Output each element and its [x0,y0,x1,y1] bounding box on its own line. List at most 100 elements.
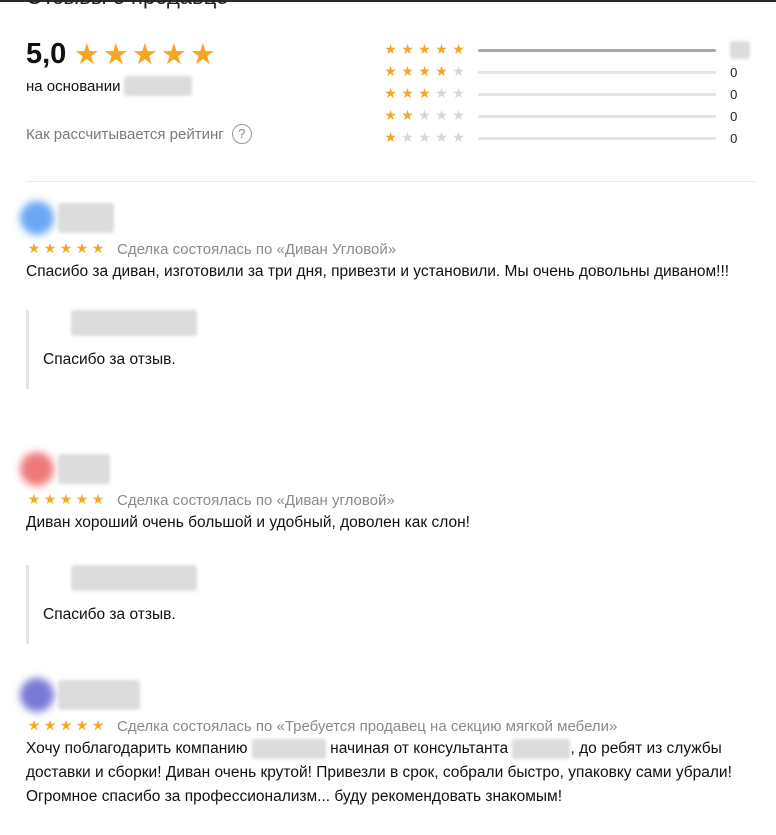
review-author [20,452,756,486]
review-stars: ★ ★ ★ ★ ★ [26,242,106,256]
star-icon: ★ [452,108,465,124]
star-icon: ★ [384,64,397,80]
star-icon: ★ [401,130,414,146]
star-icon: ★ [418,108,431,124]
deal-text: Сделка состоялась по «Диван угловой» [117,491,395,509]
review-meta: ★ ★ ★ ★ ★ Сделка состоялась по «Требуется пр… [26,716,756,736]
consultant-name-redacted [512,738,571,759]
star-icon: ★ [418,42,431,58]
divider [26,181,756,182]
author-name-redacted [58,454,110,484]
review-text: Диван хороший очень большой и удобный, д… [26,514,470,531]
question-circle-icon[interactable]: ? [231,124,252,144]
reply-author-redacted [71,565,197,591]
review-meta: ★ ★ ★ ★ ★ Сделка состоялась по «Диван Углово… [26,239,756,259]
star-icon: ★ [59,718,73,734]
how-rating-calculated-label: Как рассчитывается рейтинг [26,125,224,143]
star-icon: ★ [27,718,41,734]
star-icon: ★ [91,492,105,508]
review-text: Спасибо за диван, изготовили за три дня,… [26,263,730,280]
based-on: на основании [26,76,193,96]
star-icon: ★ [75,492,89,508]
star-icon: ★ [27,241,41,257]
star-icon: ★ [75,718,89,734]
distribution-stars: ★ ★ ★ ★ ★ [382,65,468,79]
star-icon: ★ [43,718,57,734]
star-icon: ★ [91,718,105,734]
based-on-label: на основании [26,77,121,95]
distribution-bar [477,70,717,74]
reply-text: Спасибо за отзыв. [43,606,176,623]
star-icon: ★ [452,130,465,146]
star-icon: ★ [91,241,105,257]
star-icon: ★ [384,86,397,102]
star-icon: ★ [384,130,397,146]
star-icon: ★ [384,42,397,58]
review-text: Хочу поблагодарить компанию начиная от к… [26,737,756,809]
review-item: ★ ★ ★ ★ ★ Сделка состоялась по «Диван Углово… [20,201,756,389]
distribution-row-1[interactable]: ★ ★ ★ ★ ★ 0 [382,127,752,149]
author-name-redacted [58,203,114,233]
avatar [20,678,54,712]
distribution-bar [477,48,717,52]
star-icon: ★ [452,86,465,102]
star-icon: ★ [401,64,414,80]
avatar [20,201,54,235]
star-icon: ★ [418,130,431,146]
company-name-redacted [251,738,326,759]
star-icon: ★ [75,241,89,257]
review-author [20,201,756,235]
star-icon: ★ [59,241,73,257]
distribution-row-5[interactable]: ★ ★ ★ ★ ★ [382,39,752,61]
rating-stars: ★ ★ ★ ★ ★ [72,40,217,69]
star-icon: ★ [418,64,431,80]
reply-text: Спасибо за отзыв. [43,351,176,368]
deal-text: Сделка состоялась по «Диван Угловой» [117,240,397,258]
distribution-bar-fill [477,48,717,52]
reply-author-redacted [71,310,197,336]
star-icon: ★ [73,37,100,71]
reviews-count-redacted [124,76,193,96]
star-icon: ★ [27,492,41,508]
distribution-row-2[interactable]: ★ ★ ★ ★ ★ 0 [382,105,752,127]
distribution-count: 0 [730,130,738,146]
distribution-bar [477,136,717,140]
star-icon: ★ [59,492,73,508]
review-stars: ★ ★ ★ ★ ★ [26,493,106,507]
review-text-part: начиная от консультанта [330,740,509,757]
star-icon: ★ [452,64,465,80]
star-icon: ★ [131,37,158,71]
star-icon: ★ [401,108,414,124]
rating-distribution: ★ ★ ★ ★ ★ ★ ★ ★ ★ ★ 0 ★ ★ ★ ★ ★ 0 ★ ★ ★ ★ ★ 0 ★ ★ ★ ★ ★ 0 [382,39,752,149]
seller-reply: Спасибо за отзыв. [26,565,756,644]
distribution-row-3[interactable]: ★ ★ ★ ★ ★ 0 [382,83,752,105]
rating-summary: 5,0 ★ ★ ★ ★ ★ [26,38,217,71]
star-icon: ★ [401,42,414,58]
distribution-count: 0 [730,86,738,102]
distribution-stars: ★ ★ ★ ★ ★ [382,87,468,101]
author-name-redacted [58,680,140,710]
star-icon: ★ [160,37,187,71]
distribution-count: 0 [730,64,738,80]
star-icon: ★ [435,108,448,124]
star-icon: ★ [43,241,57,257]
review-stars: ★ ★ ★ ★ ★ [26,719,106,733]
star-icon: ★ [189,37,216,71]
how-rating-calculated-link[interactable]: Как рассчитывается рейтинг ? [26,124,252,144]
star-icon: ★ [435,86,448,102]
section-title: Отзывы о продавце [26,0,228,10]
distribution-stars: ★ ★ ★ ★ ★ [382,43,468,57]
star-icon: ★ [452,42,465,58]
distribution-bar [477,92,717,96]
review-item: ★ ★ ★ ★ ★ Сделка состоялась по «Требуется пр… [20,678,756,809]
distribution-stars: ★ ★ ★ ★ ★ [382,109,468,123]
distribution-count-redacted [730,41,752,59]
star-icon: ★ [102,37,129,71]
star-icon: ★ [43,492,57,508]
seller-reply: Спасибо за отзыв. [26,310,756,389]
distribution-row-4[interactable]: ★ ★ ★ ★ ★ 0 [382,61,752,83]
deal-text: Сделка состоялась по «Требуется продавец… [117,717,618,735]
star-icon: ★ [435,130,448,146]
avatar [20,452,54,486]
review-text-part: Хочу поблагодарить компанию [26,740,248,757]
